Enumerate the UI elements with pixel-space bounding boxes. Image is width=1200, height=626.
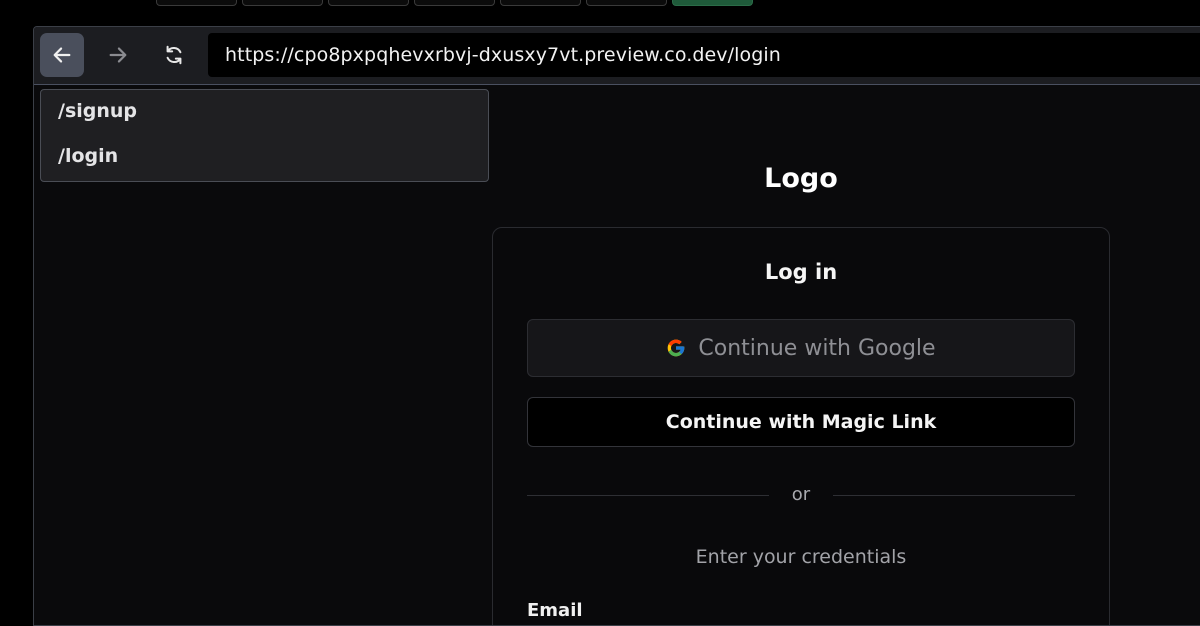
credentials-subtitle: Enter your credentials bbox=[695, 546, 907, 568]
card-title: Log in bbox=[764, 260, 838, 284]
browser-window: https://cpo8pxpqhevxrbvj-dxusxy7vt.previ… bbox=[33, 26, 1200, 626]
divider-text: or bbox=[791, 484, 811, 505]
url-text: https://cpo8pxpqhevxrbvj-dxusxy7vt.previ… bbox=[225, 44, 781, 66]
url-bar[interactable]: https://cpo8pxpqhevxrbvj-dxusxy7vt.previ… bbox=[208, 33, 1200, 77]
page-logo: Logo bbox=[764, 163, 838, 194]
browser-tab[interactable] bbox=[242, 0, 323, 6]
browser-tab[interactable] bbox=[586, 0, 667, 6]
browser-tab-active[interactable] bbox=[672, 0, 753, 6]
browser-tab[interactable] bbox=[156, 0, 237, 6]
browser-tab[interactable] bbox=[414, 0, 495, 6]
suggestion-login[interactable]: /login bbox=[58, 145, 118, 167]
google-icon bbox=[668, 339, 685, 357]
url-suggestions-dropdown: /signup /login bbox=[40, 89, 489, 182]
back-button[interactable] bbox=[40, 33, 84, 77]
divider-line bbox=[833, 495, 1075, 496]
google-button-label: Continue with Google bbox=[698, 335, 936, 361]
reload-icon bbox=[166, 45, 182, 65]
browser-tab[interactable] bbox=[500, 0, 581, 6]
forward-button[interactable] bbox=[96, 33, 140, 77]
arrow-left-icon bbox=[53, 47, 71, 63]
suggestion-signup[interactable]: /signup bbox=[58, 100, 137, 122]
reload-button[interactable] bbox=[152, 33, 196, 77]
or-divider: or bbox=[527, 484, 1075, 506]
magic-link-button-label: Continue with Magic Link bbox=[665, 411, 937, 433]
divider-line bbox=[527, 495, 769, 496]
browser-tab[interactable] bbox=[328, 0, 409, 6]
google-login-button[interactable]: Continue with Google bbox=[527, 319, 1075, 377]
login-card: Log in Continue with Google Continue wit… bbox=[492, 227, 1110, 625]
tab-strip bbox=[156, 0, 753, 6]
browser-toolbar: https://cpo8pxpqhevxrbvj-dxusxy7vt.previ… bbox=[34, 27, 1200, 85]
magic-link-button[interactable]: Continue with Magic Link bbox=[527, 397, 1075, 447]
arrow-right-icon bbox=[109, 47, 127, 63]
